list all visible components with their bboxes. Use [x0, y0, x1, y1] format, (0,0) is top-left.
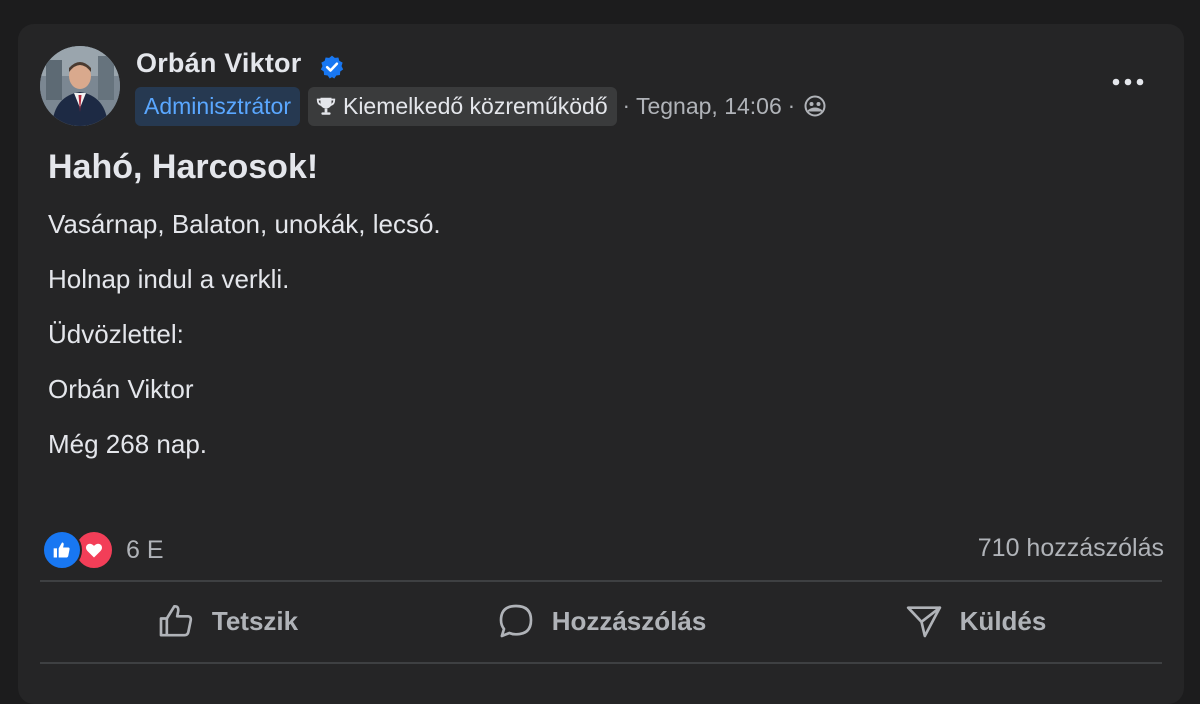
send-icon: [906, 606, 941, 638]
post-meta: Adminisztrátor Kiemelkedő közreműködő · …: [135, 86, 827, 126]
avatar-photo: [40, 46, 120, 126]
comment-button[interactable]: Hozzászólás: [414, 584, 788, 658]
contributor-badge-label: Kiemelkedő közreműködő: [342, 92, 608, 119]
send-button-label: Küldés: [959, 605, 1047, 636]
comment-count[interactable]: 710 hozzászólás: [978, 534, 1164, 563]
post-body: Hahó, Harcosok! Vasárnap, Balaton, unoká…: [48, 146, 1148, 483]
meta-separator: ·: [622, 93, 630, 118]
like-button[interactable]: Tetszik: [40, 584, 414, 658]
thumbs-up-icon: [159, 604, 193, 637]
more-options-button[interactable]: [1108, 68, 1148, 96]
contributor-badge[interactable]: Kiemelkedő közreműködő: [307, 86, 617, 126]
verified-badge-icon: [320, 55, 344, 79]
like-button-label: Tetszik: [211, 605, 299, 636]
post-card: Orbán Viktor Adminisztrátor Kiemelkedő k…: [18, 24, 1184, 704]
post-title: Hahó, Harcosok!: [48, 148, 319, 186]
post-text-line: Orbán Viktor: [48, 374, 194, 404]
post-text-line: Még 268 nap.: [48, 429, 208, 459]
admin-badge[interactable]: Adminisztrátor: [135, 86, 300, 126]
reactions-summary[interactable]: 6 E: [42, 530, 164, 570]
comment-button-label: Hozzászólás: [551, 605, 707, 636]
action-bar: Tetszik Hozzászólás Küldés: [40, 584, 1162, 658]
post-text-line: Vasárnap, Balaton, unokák, lecsó.: [48, 209, 441, 239]
author-name[interactable]: Orbán Viktor: [136, 48, 301, 79]
divider: [40, 662, 1162, 664]
post-text-line: Holnap indul a verkli.: [48, 264, 290, 294]
reaction-count[interactable]: 6 E: [126, 536, 164, 565]
post-timestamp[interactable]: Tegnap, 14:06: [636, 93, 782, 120]
post-text-line: Üdvözlettel:: [48, 319, 184, 349]
comment-bubble-icon: [499, 604, 533, 638]
like-reaction-icon: [42, 530, 82, 570]
more-dots-icon: [1112, 78, 1144, 86]
meta-separator: ·: [787, 93, 796, 118]
trophy-icon: [316, 97, 336, 115]
send-button[interactable]: Küldés: [788, 584, 1162, 658]
divider: [40, 580, 1162, 582]
group-icon[interactable]: [803, 94, 827, 118]
author-avatar[interactable]: [40, 46, 120, 126]
